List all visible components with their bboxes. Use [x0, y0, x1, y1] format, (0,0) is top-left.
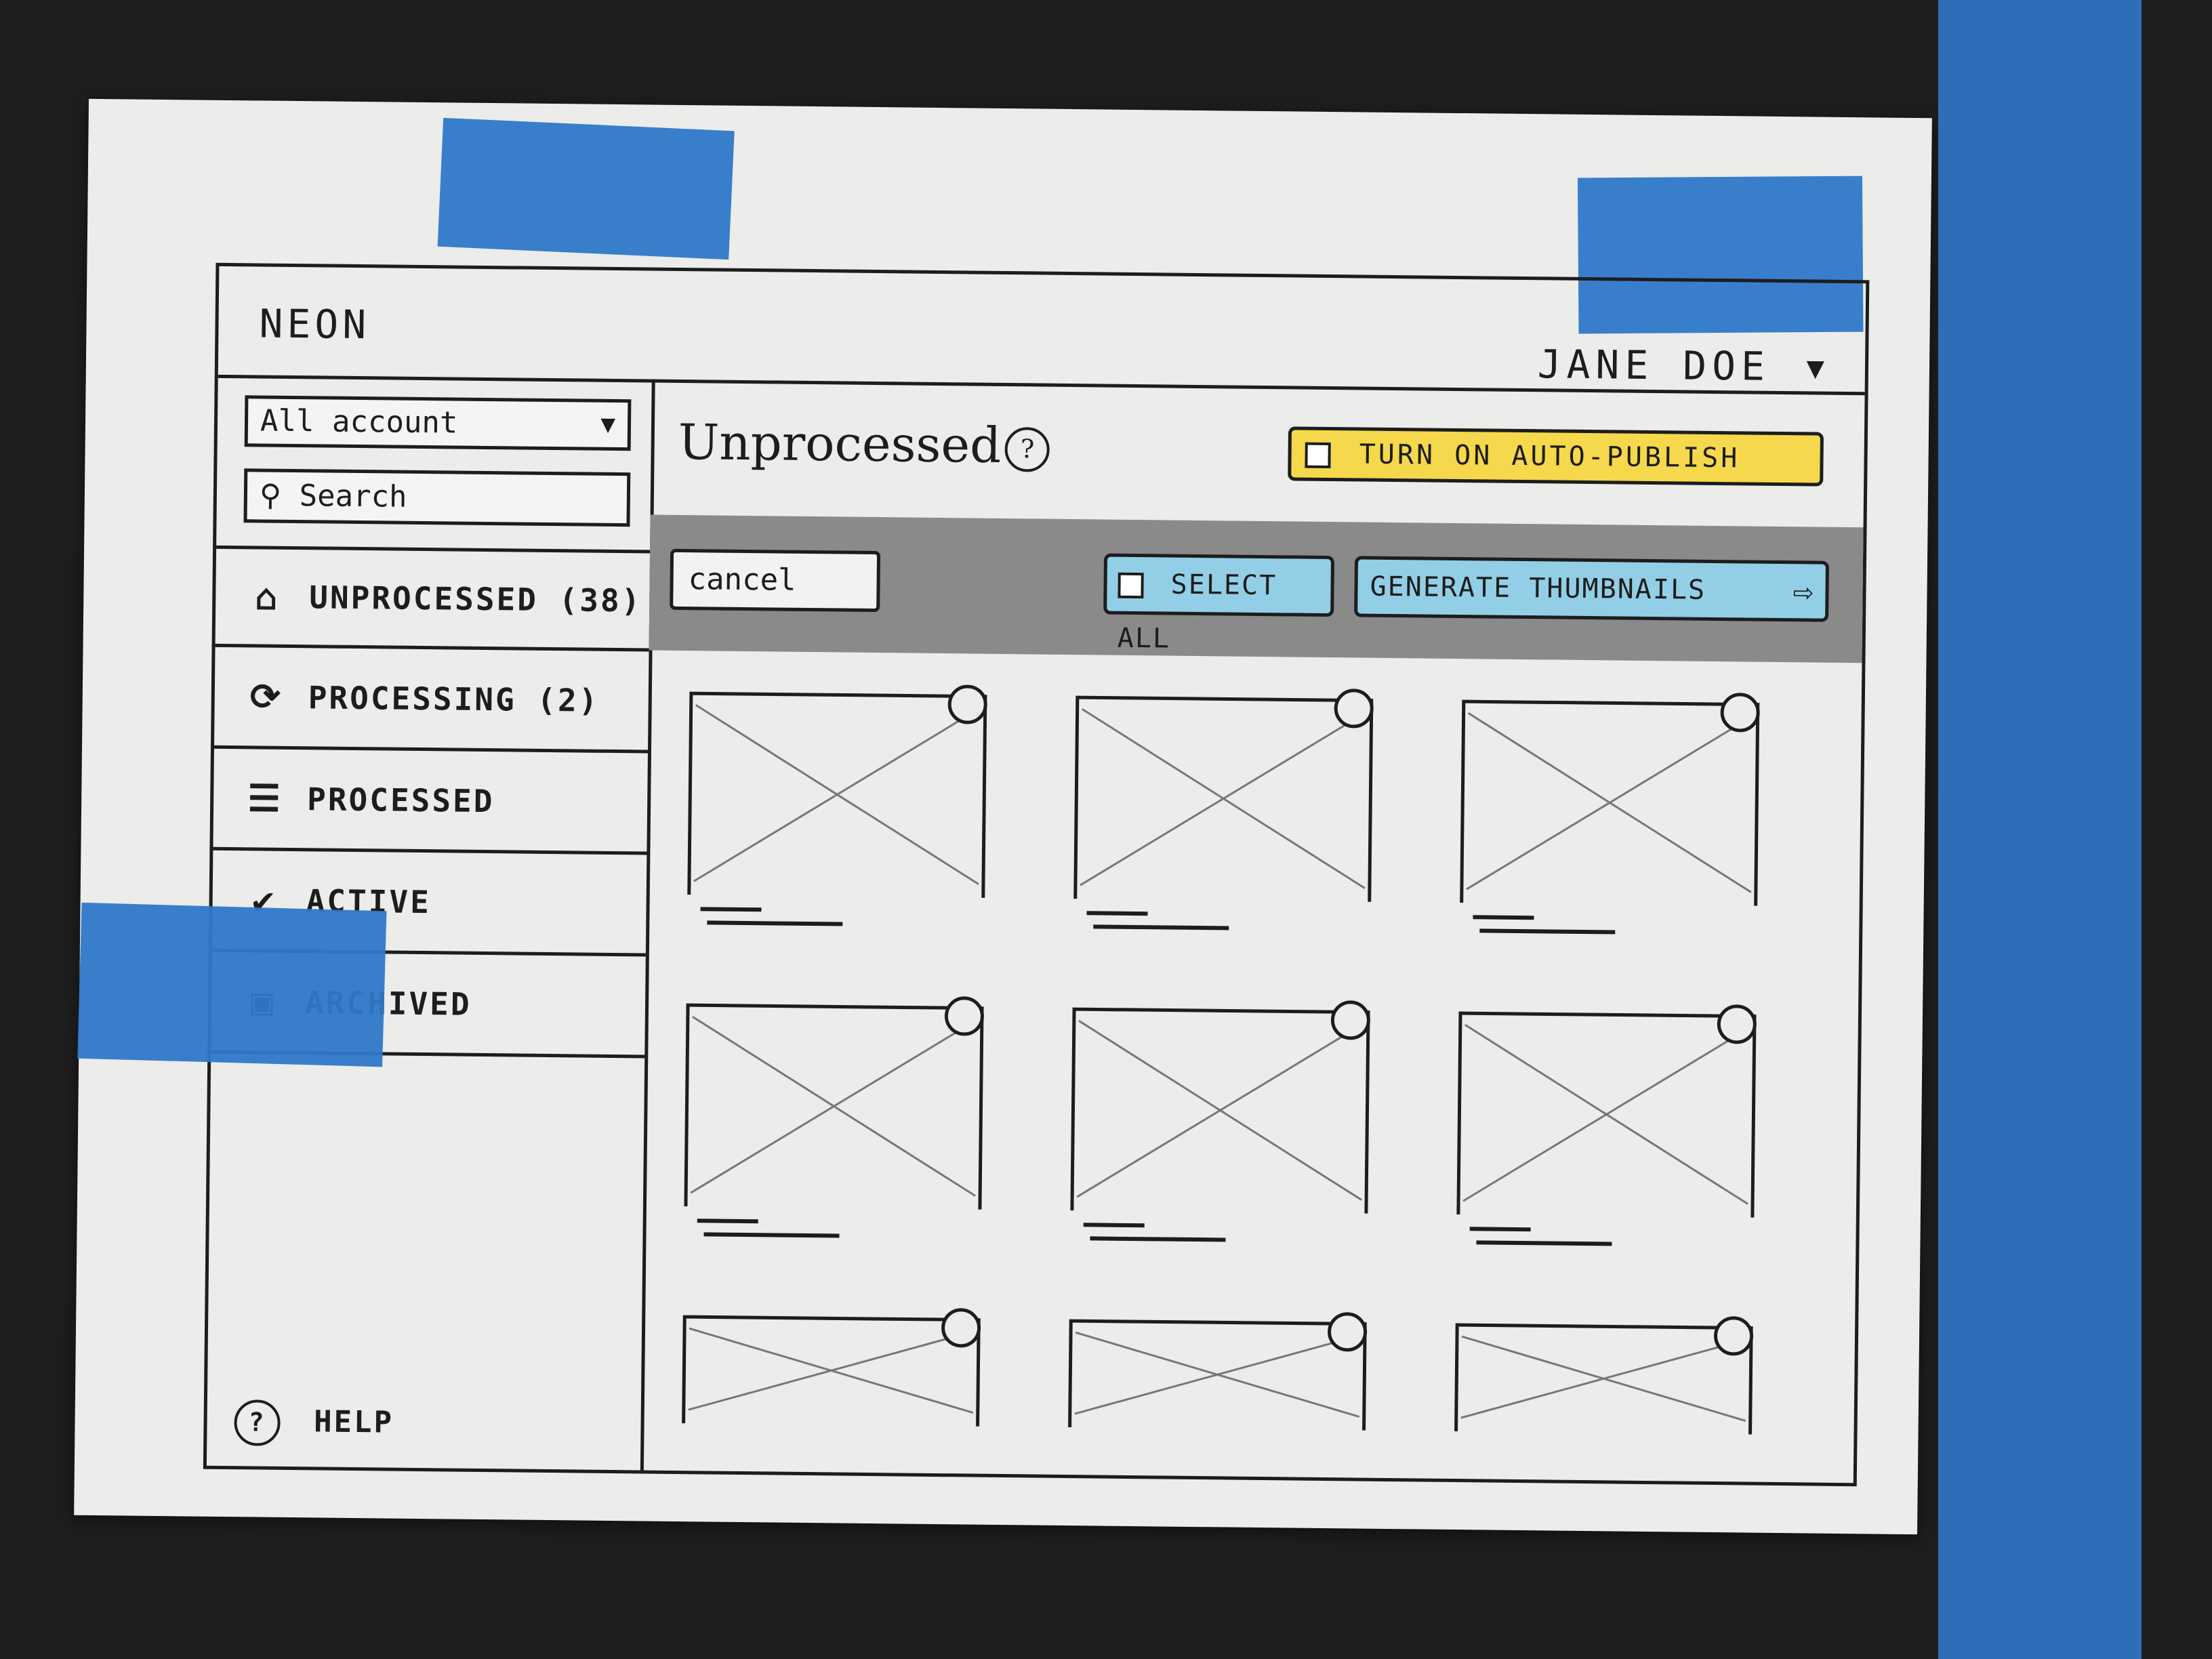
image-placeholder-icon: [1459, 699, 1760, 906]
main-content: Unprocessed? TURN ON AUTO-PUBLISH cancel…: [640, 380, 1865, 1483]
image-placeholder-icon: [1067, 1319, 1367, 1431]
action-bar: cancel SELECT ALL GENERATE THUMBNAILS ⇨: [649, 514, 1864, 663]
select-circle-icon[interactable]: [944, 996, 985, 1036]
title-placeholder: [1473, 915, 1534, 920]
image-placeholder-icon: [1454, 1323, 1753, 1435]
chevron-down-icon[interactable]: ▼: [1806, 350, 1824, 385]
thumbnail-card[interactable]: [1454, 1316, 1754, 1435]
select-circle-icon[interactable]: [1713, 1316, 1754, 1356]
tape-vertical: [1938, 0, 2142, 1659]
auto-publish-label: TURN ON AUTO-PUBLISH: [1359, 438, 1740, 474]
sidebar-item-label: PROCESSED: [306, 780, 495, 819]
select-all-checkbox[interactable]: SELECT ALL: [1103, 553, 1335, 655]
chevron-down-icon: ▼: [600, 410, 616, 438]
help-label: HELP: [313, 1404, 394, 1440]
cancel-button[interactable]: cancel: [670, 548, 881, 613]
subtitle-placeholder: [1479, 928, 1616, 935]
subtitle-placeholder: [1093, 924, 1229, 930]
image-placeholder-icon: [1070, 1007, 1370, 1214]
subtitle-placeholder: [707, 920, 843, 926]
page-title-text: Unprocessed: [678, 413, 1002, 474]
image-placeholder-icon: [681, 1315, 981, 1427]
user-menu[interactable]: JANE DOE: [1537, 341, 1770, 390]
account-select-value: All account: [260, 403, 458, 441]
select-circle-icon[interactable]: [1330, 1000, 1371, 1040]
image-placeholder-icon: [687, 691, 987, 898]
help-link[interactable]: ? HELP: [234, 1399, 394, 1447]
title-placeholder: [700, 907, 762, 912]
tape-top-left: [437, 117, 735, 260]
page-title: Unprocessed?: [678, 413, 1050, 474]
account-select[interactable]: All account ▼: [244, 395, 632, 451]
generate-thumbnails-label: GENERATE THUMBNAILS: [1370, 571, 1706, 606]
stack-icon: ☰: [247, 777, 283, 820]
select-circle-icon[interactable]: [947, 684, 988, 724]
title-placeholder: [1086, 911, 1148, 916]
select-circle-icon[interactable]: [1720, 693, 1760, 733]
thumbnail-card[interactable]: [1067, 1312, 1368, 1431]
image-placeholder-icon: [1073, 695, 1374, 902]
help-icon[interactable]: ?: [1004, 427, 1050, 472]
thumbnail-card[interactable]: [687, 684, 988, 928]
tape-left: [77, 902, 387, 1067]
checkbox-icon: [1305, 442, 1331, 469]
title-placeholder: [697, 1218, 758, 1224]
top-bar: NEON JANE DOE ▼: [218, 266, 1866, 396]
thumbnail-card[interactable]: [1459, 693, 1760, 936]
paper-sheet: NEON JANE DOE ▼ All account ▼ ⚲ Search ⌂…: [74, 98, 1932, 1535]
select-circle-icon[interactable]: [1327, 1312, 1368, 1352]
sidebar-item-processed[interactable]: ☰ PROCESSED: [213, 748, 648, 855]
sidebar-item-unprocessed[interactable]: ⌂ UNPROCESSED (38): [215, 545, 651, 652]
sidebar-item-label: UNPROCESSED (38): [309, 579, 642, 619]
select-circle-icon[interactable]: [1334, 689, 1374, 729]
subtitle-placeholder: [1476, 1240, 1612, 1246]
thumbnail-card[interactable]: [683, 996, 985, 1240]
subtitle-placeholder: [703, 1232, 840, 1238]
search-icon: ⚲: [259, 478, 282, 513]
sidebar-item-processing[interactable]: ⟳ PROCESSING (2): [213, 647, 649, 754]
image-placeholder-icon: [684, 1003, 984, 1210]
app-window: NEON JANE DOE ▼ All account ▼ ⚲ Search ⌂…: [203, 262, 1870, 1487]
auto-publish-toggle[interactable]: TURN ON AUTO-PUBLISH: [1288, 426, 1824, 487]
app-logo: NEON: [259, 300, 371, 348]
help-icon: ?: [234, 1399, 281, 1446]
inbox-icon: ⌂: [255, 575, 280, 619]
arrow-right-icon: ⇨: [1793, 571, 1815, 611]
generate-thumbnails-button[interactable]: GENERATE THUMBNAILS ⇨: [1354, 556, 1830, 622]
select-circle-icon[interactable]: [941, 1308, 981, 1348]
title-placeholder: [1083, 1223, 1145, 1228]
subtitle-placeholder: [1090, 1236, 1226, 1242]
title-placeholder: [1469, 1227, 1531, 1232]
sidebar-item-label: PROCESSING (2): [308, 678, 600, 719]
search-input[interactable]: ⚲ Search: [243, 468, 631, 527]
thumbnail-card[interactable]: [681, 1308, 981, 1427]
refresh-icon: ⟳: [249, 675, 283, 718]
thumbnail-card[interactable]: [1073, 689, 1374, 932]
image-placeholder-icon: [1456, 1011, 1757, 1218]
thumbnail-grid: [681, 684, 1855, 1483]
thumbnail-card[interactable]: [1456, 1004, 1757, 1248]
checkbox-icon: [1118, 572, 1144, 599]
select-circle-icon[interactable]: [1717, 1004, 1757, 1044]
search-placeholder: Search: [299, 478, 407, 514]
thumbnail-card[interactable]: [1069, 1000, 1371, 1244]
